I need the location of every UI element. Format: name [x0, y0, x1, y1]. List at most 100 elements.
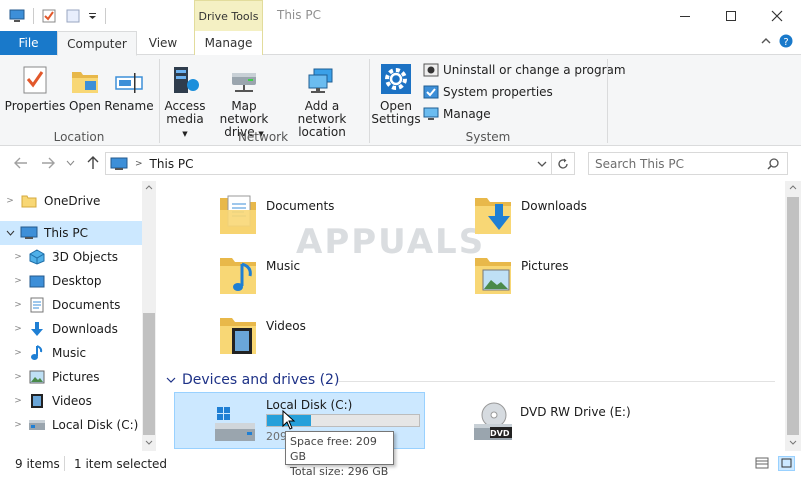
open-settings-button[interactable]: Open Settings: [371, 61, 421, 126]
sidebar-item-this-pc[interactable]: This PC: [0, 221, 142, 245]
divider: [105, 8, 106, 24]
large-icons-view-icon[interactable]: [778, 456, 795, 471]
music-folder-icon: [218, 252, 258, 296]
pictures-icon: [28, 368, 46, 386]
chevron-right-icon[interactable]: >: [8, 324, 28, 334]
sidebar-item-desktop[interactable]: > Desktop: [8, 269, 150, 293]
folder-documents[interactable]: Documents: [218, 192, 334, 236]
collapse-ribbon-icon[interactable]: [761, 36, 771, 46]
quick-access-toolbar: [9, 6, 114, 26]
ribbon: Properties Open Rename Location Access m…: [0, 55, 801, 146]
uninstall-program-button[interactable]: Uninstall or change a program: [423, 62, 626, 78]
dvd-badge: DVD: [490, 429, 510, 438]
settings-gear-icon: [380, 61, 412, 95]
help-icon[interactable]: ?: [779, 34, 793, 48]
drive-tooltip: Space free: 209 GB Total size: 296 GB: [285, 431, 394, 478]
folder-open-icon: [70, 61, 100, 95]
svg-text:?: ?: [783, 37, 788, 48]
desktop-folder-icon: [28, 272, 46, 290]
sidebar-item-pictures[interactable]: > Pictures: [8, 365, 150, 389]
access-media-button[interactable]: Access media ▼: [163, 61, 207, 141]
breadcrumb-chevron-icon[interactable]: >: [135, 159, 143, 169]
this-pc-icon: [110, 157, 128, 171]
system-properties-button[interactable]: System properties: [423, 84, 553, 100]
chevron-right-icon[interactable]: >: [8, 252, 28, 262]
chevron-right-icon[interactable]: >: [8, 396, 28, 406]
sidebar-item-videos[interactable]: > Videos: [8, 389, 150, 413]
sidebar-item-downloads[interactable]: > Downloads: [8, 317, 150, 341]
divider: [338, 381, 775, 382]
pictures-folder-icon: [473, 252, 513, 296]
chevron-right-icon[interactable]: >: [0, 196, 20, 206]
devices-section-header[interactable]: Devices and drives (2): [166, 372, 339, 388]
3d-objects-icon: [28, 248, 46, 266]
search-input[interactable]: Search This PC: [588, 152, 788, 175]
sidebar-item-documents[interactable]: > Documents: [8, 293, 150, 317]
divider: [33, 8, 34, 24]
breadcrumb[interactable]: This PC: [150, 157, 194, 171]
music-note-icon: [28, 344, 46, 362]
close-button[interactable]: [754, 0, 800, 31]
tab-manage[interactable]: Manage: [194, 31, 263, 56]
properties-button[interactable]: Properties: [5, 61, 65, 113]
search-placeholder: Search This PC: [595, 156, 684, 171]
chevron-right-icon[interactable]: >: [8, 348, 28, 358]
documents-folder-icon: [218, 192, 258, 236]
customize-dropdown-icon[interactable]: [88, 12, 97, 20]
sidebar-item-local-disk[interactable]: > Local Disk (C:): [8, 413, 150, 437]
chevron-right-icon[interactable]: >: [8, 420, 28, 430]
downloads-arrow-icon: [28, 320, 46, 338]
manage-computer-icon: [423, 106, 439, 122]
new-folder-icon[interactable]: [66, 9, 80, 23]
maximize-button[interactable]: [708, 0, 754, 31]
drive-space-text: 209: [266, 430, 287, 443]
folder-pictures[interactable]: Pictures: [473, 252, 569, 296]
chevron-right-icon[interactable]: >: [8, 300, 28, 310]
rename-button[interactable]: Rename: [104, 61, 154, 113]
minimize-button[interactable]: [662, 0, 708, 31]
address-dropdown-icon[interactable]: [537, 161, 547, 167]
chevron-right-icon[interactable]: >: [8, 372, 28, 382]
manage-button[interactable]: Manage: [423, 106, 491, 122]
folder-music[interactable]: Music: [218, 252, 300, 296]
uninstall-icon: [423, 62, 439, 78]
divider: [551, 153, 552, 174]
sidebar-item-music[interactable]: > Music: [8, 341, 150, 365]
properties-check-icon[interactable]: [42, 9, 56, 23]
search-icon[interactable]: [767, 157, 779, 170]
drive-tools-context-label: Drive Tools: [194, 0, 263, 31]
address-bar[interactable]: > This PC: [105, 152, 575, 175]
tab-computer[interactable]: Computer: [57, 31, 137, 56]
network-location-icon: [306, 61, 338, 95]
tab-file[interactable]: File: [0, 31, 57, 55]
nav-scrollbar[interactable]: [142, 181, 156, 451]
recent-locations-chevron-icon[interactable]: [66, 160, 75, 166]
computer-icon[interactable]: [9, 9, 25, 23]
forward-arrow-icon[interactable]: [41, 157, 55, 169]
chevron-down-icon[interactable]: [0, 230, 20, 236]
videos-film-icon: [28, 392, 46, 410]
refresh-icon[interactable]: [557, 158, 569, 170]
up-arrow-icon[interactable]: [87, 156, 99, 170]
folder-downloads[interactable]: Downloads: [473, 192, 587, 236]
videos-folder-icon: [218, 312, 258, 356]
sidebar-item-3d-objects[interactable]: > 3D Objects: [8, 245, 150, 269]
onedrive-folder-icon: [20, 192, 38, 210]
system-properties-icon: [423, 84, 439, 100]
folder-videos[interactable]: Videos: [218, 312, 306, 356]
tab-view[interactable]: View: [139, 31, 187, 56]
sidebar-item-onedrive[interactable]: > OneDrive: [0, 189, 142, 213]
open-button[interactable]: Open: [68, 61, 102, 113]
drive-dvd[interactable]: DVD DVD RW Drive (E:): [464, 392, 644, 449]
mouse-cursor-icon: [282, 410, 296, 430]
divider: [607, 59, 608, 143]
map-network-drive-button[interactable]: Map network drive ▼: [208, 61, 280, 141]
back-arrow-icon[interactable]: [14, 157, 28, 169]
rename-icon: [114, 61, 144, 95]
add-network-location-button[interactable]: Add a network location: [282, 61, 362, 139]
status-selection: 1 item selected: [74, 457, 168, 471]
details-view-icon[interactable]: [755, 457, 769, 469]
network-drive-icon: [229, 61, 259, 95]
chevron-right-icon[interactable]: >: [8, 276, 28, 286]
content-scrollbar[interactable]: [785, 181, 801, 451]
